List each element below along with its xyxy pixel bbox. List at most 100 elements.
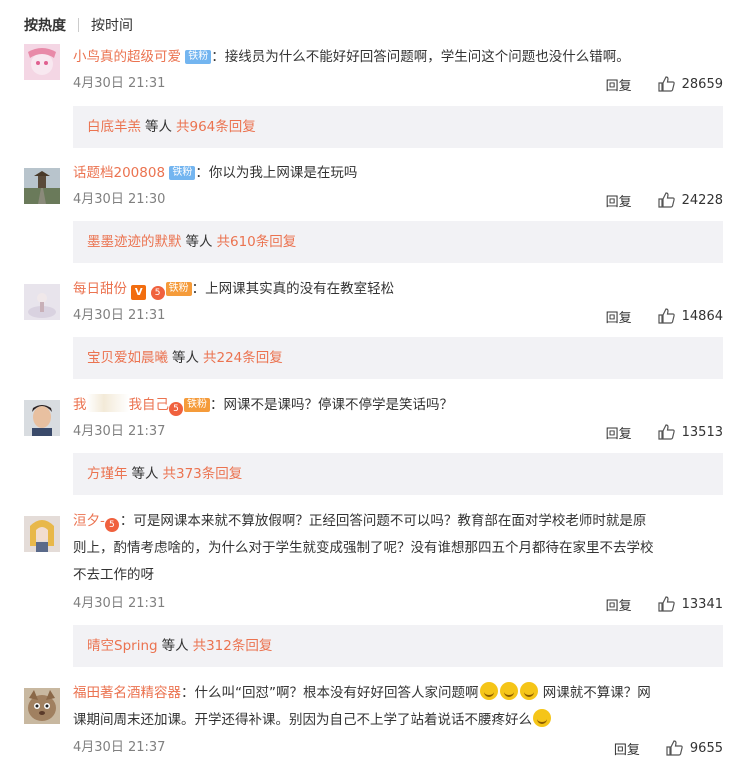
iron-fan-badge[interactable]: 铁粉 [185, 50, 212, 64]
comment-meta: 4月30日 21:31 回复 28659 [73, 73, 723, 95]
comment-body: 每日甜份 V 5 铁粉 ：上网课其实真的没有在教室轻松 [73, 276, 723, 303]
reply-count-link[interactable]: 共373条回复 [163, 466, 243, 482]
replies-summary[interactable]: 晴空Spring 等人 共312条回复 [73, 625, 723, 667]
comment-username[interactable]: 每日甜份 [73, 281, 127, 297]
vip-icon[interactable]: V [131, 285, 147, 300]
comment-body: 我 我自己 5 铁粉 ：网课不是课吗？停课不停学是笑话吗？ [73, 392, 723, 419]
redacted-block [86, 394, 129, 412]
comment-text-line: 网课就不算课？网 [542, 685, 651, 701]
reply-count-link[interactable]: 共610条回复 [217, 234, 297, 250]
comment-text-line: 什么叫“回怼”啊？根本没有好好回答人家问题啊 [194, 685, 479, 701]
thumbs-up-icon [658, 192, 675, 208]
comment-actions: 回复 13513 [606, 421, 723, 443]
comment-body: 话题档200808 铁粉 ：你以为我上网课是在玩吗 [73, 160, 723, 187]
reply-button[interactable]: 回复 [614, 739, 640, 758]
comment-meta: 4月30日 21:31 回复 14864 [73, 305, 723, 327]
avatar[interactable] [24, 44, 60, 80]
avatar[interactable] [24, 688, 60, 724]
comment-text-line: 课期间周末还加课。开学还得补课。别因为自己不上学了站着说话不腰疼好么 [73, 712, 532, 728]
comment-text: 接线员为什么不能好好回答问题啊，学生问这个问题也没什么错啊。 [224, 49, 630, 65]
reply-button[interactable]: 回复 [606, 423, 632, 442]
fan-level-icon[interactable]: 5 [104, 518, 119, 532]
comment-text: 你以为我上网课是在玩吗 [208, 165, 358, 181]
replies-summary[interactable]: 白底羊羔 等人 共964条回复 [73, 106, 723, 148]
comment-time: 4月30日 21:31 [73, 76, 166, 91]
comment-colon: ： [119, 513, 134, 529]
comment-text-line: 不去工作的呀 [73, 567, 154, 583]
reply-username[interactable]: 宝贝爱如晨曦 [87, 350, 168, 366]
like-count: 9655 [689, 740, 723, 756]
comment-meta: 4月30日 21:37 回复 13513 [73, 421, 723, 443]
like-button[interactable]: 9655 [666, 740, 723, 756]
comment-meta: 4月30日 21:31 回复 13341 [73, 593, 723, 615]
iron-fan-badge[interactable]: 铁粉 [165, 282, 192, 296]
tab-divider [78, 18, 79, 32]
like-button[interactable]: 28659 [658, 76, 723, 92]
comment-username[interactable]: 小鸟真的超级可爱 [73, 49, 181, 65]
replies-summary[interactable]: 方瑾年 等人 共373条回复 [73, 453, 723, 495]
grin-emoji-icon [533, 709, 551, 727]
like-count: 28659 [681, 76, 723, 92]
comment-meta: 4月30日 21:37 回复 9655 [73, 737, 723, 759]
like-button[interactable]: 13513 [658, 424, 723, 440]
comment-username-suffix[interactable]: 我自己 [129, 397, 170, 413]
reply-button[interactable]: 回复 [606, 307, 632, 326]
reply-username[interactable]: 墨墨迹迹的默默 [87, 234, 182, 250]
grin-emoji-icon [479, 682, 498, 700]
fan-level-icon[interactable]: 5 [150, 286, 165, 300]
comment-meta: 4月30日 21:30 回复 24228 [73, 189, 723, 211]
fan-level-icon[interactable]: 5 [169, 402, 183, 416]
comment-text: 上网课其实真的没有在教室轻松 [205, 281, 395, 297]
avatar[interactable] [24, 168, 60, 204]
grin-emoji-icon [499, 682, 518, 700]
tab-sort-by-hot[interactable]: 按热度 [24, 15, 66, 35]
iron-fan-badge[interactable]: 铁粉 [169, 166, 196, 180]
replies-summary[interactable]: 墨墨迹迹的默默 等人 共610条回复 [73, 221, 723, 263]
comment-username[interactable]: 我 [73, 397, 87, 413]
comment-colon: ： [191, 281, 206, 297]
reply-etc: 等人 [145, 119, 172, 135]
comment-colon: ： [210, 397, 224, 413]
avatar[interactable] [24, 400, 60, 436]
like-button[interactable]: 13341 [658, 596, 723, 612]
like-button[interactable]: 24228 [658, 192, 723, 208]
comment-time: 4月30日 21:31 [73, 308, 166, 323]
comment-text: 网课不是课吗？停课不停学是笑话吗？ [223, 397, 454, 413]
thumbs-up-icon [658, 596, 675, 612]
iron-fan-badge[interactable]: 铁粉 [184, 398, 210, 412]
thumbs-up-icon [666, 740, 683, 756]
reply-etc: 等人 [131, 466, 159, 482]
comment-actions: 回复 14864 [606, 305, 723, 327]
reply-etc: 等人 [161, 638, 189, 654]
comment-username[interactable]: 话题档200808 [73, 165, 165, 181]
comment-text-line: 则上，酌情考虑啥的，为什么对于学生就变成强制了呢？没有谁想那四五个月都待在家里不… [73, 540, 654, 556]
comment-username[interactable]: 洹夕- [73, 513, 105, 529]
thumbs-up-icon [658, 76, 675, 92]
like-button[interactable]: 14864 [658, 308, 723, 324]
reply-button[interactable]: 回复 [606, 75, 632, 94]
reply-username[interactable]: 方瑾年 [87, 466, 128, 482]
comment-actions: 回复 24228 [606, 189, 723, 211]
comment-time: 4月30日 21:37 [73, 740, 166, 755]
comment-text-line: 可是网课本来就不算放假啊？正经回答问题不可以吗？教育部在面对学校老师时就是原 [133, 513, 647, 529]
reply-button[interactable]: 回复 [606, 595, 632, 614]
reply-username[interactable]: 晴空Spring [87, 638, 158, 654]
avatar[interactable] [24, 516, 60, 552]
like-count: 13513 [681, 424, 723, 440]
reply-etc: 等人 [185, 234, 213, 250]
reply-button[interactable]: 回复 [606, 191, 632, 210]
comment-colon: ： [181, 685, 195, 701]
tab-sort-by-time[interactable]: 按时间 [91, 15, 133, 35]
comment-time: 4月30日 21:30 [73, 192, 166, 207]
reply-count-link[interactable]: 共312条回复 [193, 638, 273, 654]
comment-actions: 回复 28659 [606, 73, 723, 95]
comment-username[interactable]: 福田著名酒精容器 [73, 685, 181, 701]
reply-count-link[interactable]: 共964条回复 [176, 119, 256, 135]
comment-actions: 回复 13341 [606, 593, 723, 615]
replies-summary[interactable]: 宝贝爱如晨曦 等人 共224条回复 [73, 337, 723, 379]
reply-username[interactable]: 白底羊羔 [87, 119, 141, 135]
thumbs-up-icon [658, 424, 675, 440]
reply-count-link[interactable]: 共224条回复 [203, 350, 283, 366]
comment-time: 4月30日 21:37 [73, 424, 166, 439]
avatar[interactable] [24, 284, 60, 320]
